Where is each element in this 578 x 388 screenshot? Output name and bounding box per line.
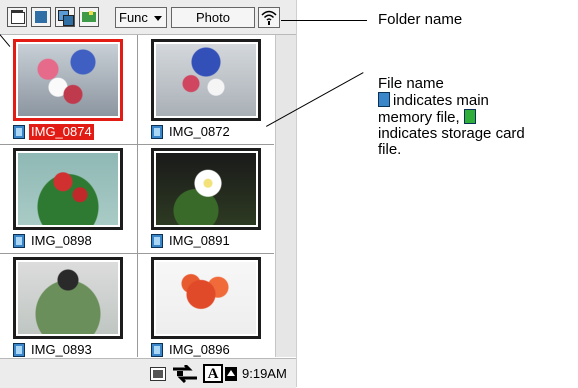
main-memory-icon [151, 125, 163, 139]
thumbnail-image[interactable] [151, 148, 261, 230]
callout-text: memory file, [378, 109, 460, 126]
chevron-down-icon [154, 16, 162, 21]
file-name: IMG_0891 [169, 233, 230, 248]
thumbnail-image[interactable] [151, 39, 261, 121]
input-method-icon[interactable]: A [203, 364, 223, 383]
callout-file-name-title: File name [378, 75, 444, 92]
file-name: IMG_0898 [31, 233, 92, 248]
main-memory-icon [378, 92, 390, 107]
network-icon[interactable] [171, 363, 199, 388]
grid-view-icon[interactable] [7, 7, 27, 27]
main-memory-icon [151, 234, 163, 248]
grid-divider [137, 35, 138, 357]
grid-divider [0, 144, 274, 145]
toolbar: Func Photo [0, 0, 296, 35]
edit-image-icon[interactable] [79, 7, 99, 27]
folder-name-label: Photo [196, 10, 230, 25]
thumbnail-cell[interactable]: IMG_0891 [139, 144, 274, 251]
clock: 9:19AM [242, 366, 287, 381]
thumbnail-image[interactable] [151, 257, 261, 339]
callout-text: indicates storage card [378, 125, 525, 142]
main-memory-icon [13, 343, 25, 357]
thumbnail-image[interactable] [13, 39, 123, 121]
file-name: IMG_0872 [169, 124, 230, 139]
func-menu-label: Func [119, 10, 148, 25]
folder-name-button[interactable]: Photo [171, 7, 255, 28]
callout-file-name: File name indicates main memory file, in… [378, 76, 578, 158]
callout-main-memory-line: indicates main [378, 92, 578, 109]
callout-line-folder [281, 20, 367, 21]
slideshow-icon[interactable] [55, 7, 75, 27]
storage-card-icon [463, 109, 476, 124]
thumbnail-cell[interactable]: IMG_0893 [1, 253, 136, 360]
callout-text: indicates main [393, 92, 489, 109]
thumbnail-image[interactable] [13, 257, 123, 339]
taskbar: A 9:19AM [0, 358, 296, 388]
callout-text: file. [378, 141, 402, 158]
device-screen: Func Photo IMG_0874 IMG_0872 IMG_0898 IM… [0, 0, 297, 388]
cf-card-icon[interactable] [150, 367, 166, 381]
thumbnail-image[interactable] [13, 148, 123, 230]
file-name: IMG_0896 [169, 342, 230, 357]
callout-memory-line: memory file, [378, 109, 578, 126]
grid-divider [0, 253, 274, 254]
main-memory-icon [151, 343, 163, 357]
main-memory-icon [13, 125, 25, 139]
callout-folder-name: Folder name [378, 11, 463, 28]
wireless-icon[interactable] [258, 7, 280, 28]
thumbnail-cell[interactable]: IMG_0896 [139, 253, 274, 360]
func-menu-button[interactable]: Func [115, 7, 167, 28]
thumbnail-cell[interactable]: IMG_0872 [139, 35, 274, 142]
file-name: IMG_0874 [29, 124, 94, 140]
main-memory-icon [13, 234, 25, 248]
thumbnail-cell[interactable]: IMG_0874 [1, 35, 136, 142]
scroll-up-icon[interactable] [225, 367, 237, 381]
thumbnail-cell[interactable]: IMG_0898 [1, 144, 136, 251]
scrollbar[interactable] [275, 35, 296, 357]
single-view-icon[interactable] [31, 7, 51, 27]
file-name: IMG_0893 [31, 342, 92, 357]
